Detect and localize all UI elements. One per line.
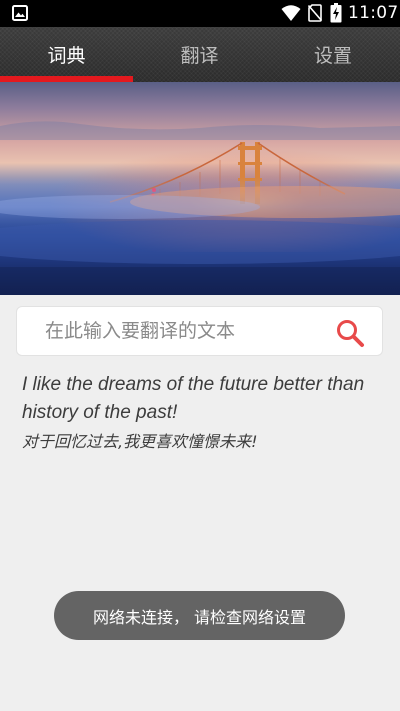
search-box: [16, 306, 383, 356]
search-input[interactable]: [35, 307, 315, 355]
image-icon: [12, 5, 28, 21]
daily-quote-english: I like the dreams of the future better t…: [22, 374, 365, 423]
banner-image: [0, 82, 400, 295]
tab-dictionary[interactable]: 词典: [0, 27, 133, 82]
no-sim-icon: [308, 4, 322, 22]
tab-bar: 词典 翻译 设置: [0, 27, 400, 82]
status-bar: 11:07: [0, 0, 400, 27]
status-time: 11:07: [348, 3, 399, 23]
tab-translate[interactable]: 翻译: [133, 27, 266, 82]
search-icon[interactable]: [335, 318, 365, 348]
battery-charging-icon: [330, 3, 342, 23]
tab-settings[interactable]: 设置: [266, 27, 400, 82]
daily-quote-chinese: 对于回忆过去,我更喜欢憧憬未来!: [22, 432, 258, 451]
wifi-icon: [281, 5, 301, 21]
network-error-toast: 网络未连接， 请检查网络设置: [54, 591, 345, 640]
